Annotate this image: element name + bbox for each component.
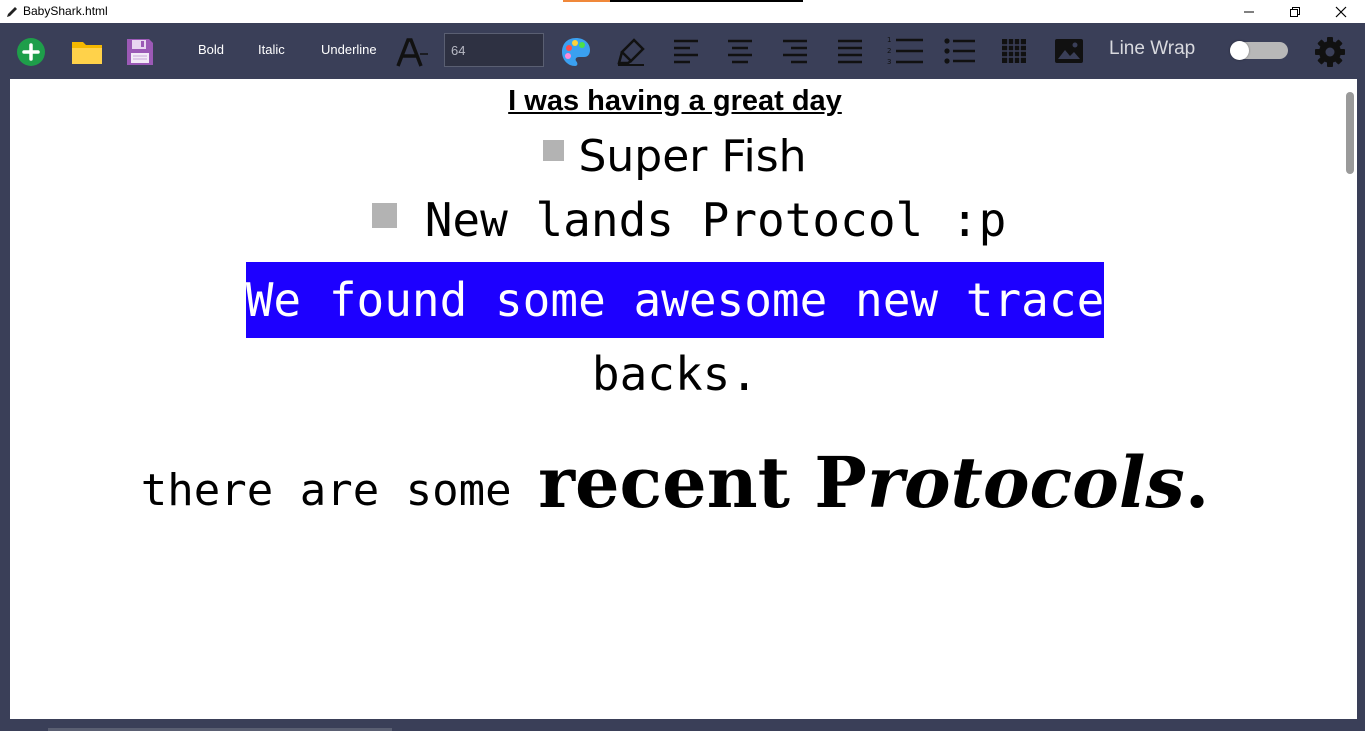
list-item: Super Fish — [10, 131, 1340, 182]
mono-text: there are some — [140, 465, 539, 516]
title-bar: BabyShark.html — [0, 0, 1365, 23]
line-wrap-label: Line Wrap — [1109, 38, 1196, 59]
list-item-text: Super Fish — [578, 131, 807, 182]
svg-text:1: 1 — [887, 36, 891, 44]
line-wrap-toggle[interactable] — [1230, 41, 1288, 60]
highlighted-text: We found some awesome new trace — [245, 262, 1105, 338]
toolbar: Bold Italic Underline 1 2 3 Line Wrap — [0, 23, 1365, 79]
unordered-list-icon[interactable] — [943, 37, 977, 65]
svg-text:2: 2 — [887, 47, 891, 55]
title-accent — [563, 0, 803, 2]
align-right-icon[interactable] — [781, 37, 809, 65]
toggle-knob — [1230, 41, 1249, 60]
image-icon[interactable] — [1053, 37, 1085, 65]
list-item-text: New lands Protocol :p — [424, 193, 1007, 247]
document-heading: I was having a great day — [508, 85, 842, 117]
scrollbar-thumb[interactable] — [1346, 92, 1354, 174]
window-title: BabyShark.html — [23, 4, 108, 18]
minimize-button[interactable] — [1226, 0, 1272, 23]
serif-bold-text: recent P — [538, 441, 867, 524]
save-icon[interactable] — [124, 36, 156, 68]
pencil-icon — [5, 4, 19, 18]
bottom-strip — [0, 719, 1365, 731]
editor[interactable]: I was having a great day Super Fish New … — [10, 79, 1357, 719]
add-icon[interactable] — [15, 36, 47, 68]
list-item: New lands Protocol :p — [10, 193, 1340, 247]
bullet-square-icon — [543, 140, 565, 161]
highlighter-icon[interactable] — [615, 36, 647, 68]
vertical-scrollbar[interactable] — [1344, 79, 1357, 719]
font-size-decrease-icon[interactable] — [396, 36, 430, 68]
italic-button[interactable]: Italic — [258, 42, 285, 57]
align-justify-icon[interactable] — [836, 37, 864, 65]
align-left-icon[interactable] — [672, 37, 700, 65]
serif-italic-text: rotocols — [866, 441, 1185, 524]
underline-button[interactable]: Underline — [321, 42, 377, 57]
continuation-text: backs. — [591, 347, 759, 401]
palette-icon[interactable] — [560, 36, 592, 68]
align-center-icon[interactable] — [726, 37, 754, 65]
period-text: . — [1184, 441, 1210, 524]
bullet-square-icon — [371, 203, 397, 228]
mixed-font-line: there are some recent Protocols. — [10, 441, 1340, 524]
bold-button[interactable]: Bold — [198, 42, 224, 57]
ordered-list-icon[interactable]: 1 2 3 — [886, 35, 924, 67]
svg-text:3: 3 — [887, 58, 891, 66]
folder-icon[interactable] — [70, 37, 104, 67]
settings-icon[interactable] — [1313, 35, 1347, 69]
restore-button[interactable] — [1272, 0, 1318, 23]
highlighted-line: We found some awesome new trace — [10, 262, 1340, 338]
font-size-input[interactable] — [444, 33, 544, 67]
close-button[interactable] — [1318, 0, 1364, 23]
table-icon[interactable] — [1000, 37, 1028, 65]
